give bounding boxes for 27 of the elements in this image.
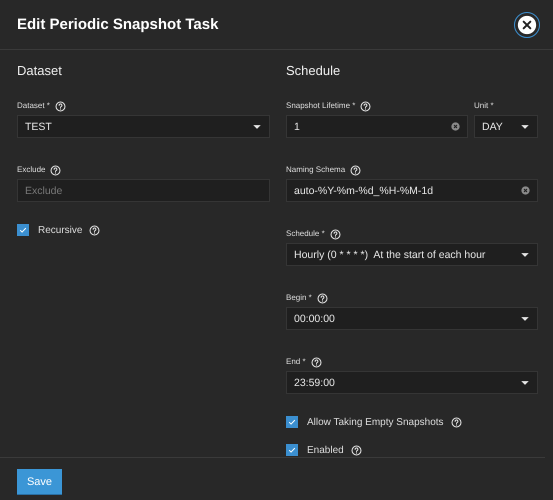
field-label: Naming Schema — [286, 165, 346, 175]
field-label: Begin * — [286, 293, 312, 303]
checkbox-label: Enabled — [307, 444, 344, 456]
checkbox[interactable] — [286, 444, 298, 456]
field-label: Snapshot Lifetime * — [286, 101, 356, 111]
field-label: Unit * — [474, 101, 494, 111]
select-field[interactable]: 23:59:00 — [286, 371, 538, 394]
dialog-title: Edit Periodic Snapshot Task — [17, 16, 218, 33]
close-button[interactable] — [514, 12, 540, 38]
input-field[interactable]: 1 — [286, 115, 468, 138]
section-heading: Schedule — [286, 62, 342, 80]
select-field[interactable]: 00:00:00 — [286, 307, 538, 330]
select-field[interactable]: DAY — [474, 115, 538, 138]
checkbox-label: Allow Taking Empty Snapshots — [307, 416, 444, 428]
select-field[interactable]: Hourly (0 * * * *) At the start of each hour — [286, 243, 538, 266]
field-label: End * — [286, 357, 306, 367]
checkbox[interactable] — [17, 224, 29, 236]
field-label: Schedule * — [286, 229, 325, 239]
checkbox[interactable] — [286, 416, 298, 428]
field-label: Exclude — [17, 165, 46, 175]
input-field[interactable]: Exclude — [17, 179, 270, 202]
select-field[interactable]: TEST — [17, 115, 270, 138]
close-icon — [517, 14, 537, 34]
checkbox-label: Recursive — [38, 224, 82, 236]
input-field[interactable]: auto-%Y-%m-%d_%H-%M-1d — [286, 179, 538, 202]
field-label: Dataset * — [17, 101, 50, 111]
section-heading: Dataset — [17, 62, 63, 80]
